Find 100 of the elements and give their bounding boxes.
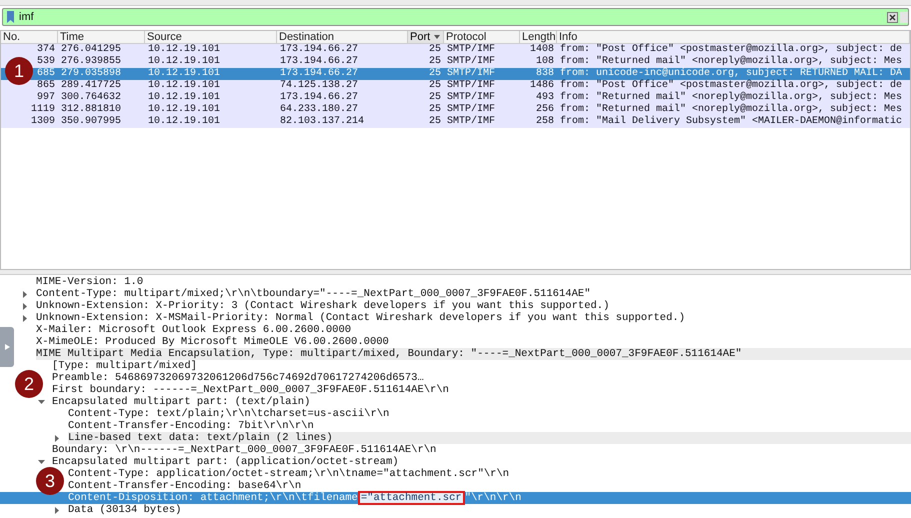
bookmark-icon[interactable] (7, 11, 14, 23)
column-header[interactable]: Protocol (444, 31, 520, 43)
table-cell: 256 (536, 104, 554, 116)
table-cell: 865 (36, 80, 55, 92)
detail-text: Content-Transfer-Encoding: base64\r\n (68, 480, 302, 492)
table-cell-text: from: "Returned mail" <noreply@mozilla.org>, subject: Mes (560, 56, 902, 68)
pane-handle[interactable] (0, 327, 14, 367)
callout-badge: 2 (15, 370, 43, 398)
expand-arrow-icon[interactable] (22, 290, 28, 298)
detail-text: "\r\n\r\n (464, 492, 522, 504)
expand-arrow-icon[interactable] (22, 314, 28, 322)
table-cell: SMTP/IMF (447, 116, 496, 128)
expand-arrow-icon[interactable] (22, 302, 28, 310)
table-cell: 838 (536, 68, 554, 80)
table-cell: 374 (36, 44, 55, 56)
detail-text: Content-Type: text/plain;\r\n\tcharset=us-ascii\r\n (68, 408, 390, 420)
table-cell-text: SMTP/IMF (447, 80, 496, 92)
table-cell: 10.12.19.101 (148, 92, 220, 104)
table-cell: 539 (36, 56, 55, 68)
table-cell-text: SMTP/IMF (447, 68, 496, 80)
table-cell: 25 (428, 44, 441, 56)
table-cell: 1119 (30, 104, 55, 116)
detail-text: [Type: multipart/mixed] (52, 360, 197, 372)
table-cell: 276.041295 (61, 44, 122, 56)
column-header[interactable]: Length (520, 31, 557, 43)
table-cell: 997 (36, 92, 55, 104)
detail-text: Content-Disposition: attachment;\r\n\tfilename (68, 492, 358, 504)
packet-row[interactable]: 1309 350.907995 10.12.19.101 82.103.137.214 25 SMTP/IMF 258 from: "Mail Delivery Subsystem" <MAILER-DAEMON@informatic (1, 116, 910, 128)
expand-arrow-icon[interactable] (4, 344, 10, 350)
table-cell: 25 (428, 116, 441, 128)
table-cell: 64.233.180.27 (280, 104, 358, 116)
packet-row[interactable]: 865 289.417725 10.12.19.101 74.125.138.27 25 SMTP/IMF 1486 from: "Post Office" <postmaster@mozilla.org>, subject: de (1, 80, 910, 92)
detail-text: Preamble: 546869732069732061206d756c74692d70617274206d6573… (52, 372, 424, 384)
callout-badge: 3 (36, 467, 64, 495)
detail-text: First boundary: ------=_NextPart_000_0007_3F9FAE0F.511614AE\r\n (52, 384, 449, 396)
highlighted-row[interactable]: Line-based text data: text/plain (2 lines) (68, 432, 911, 444)
detail-text: Encapsulated multipart part: (application/octet-stream) (52, 456, 399, 468)
filter-text: imf (19, 10, 35, 25)
detail-text: Data (30134 bytes) (68, 504, 182, 516)
table-cell: 289.417725 (61, 80, 122, 92)
table-cell: 25 (428, 56, 441, 68)
table-cell: 10.12.19.101 (148, 56, 220, 68)
table-cell: 25 (428, 104, 441, 116)
sort-arrow-icon[interactable] (434, 35, 440, 39)
table-cell: 10.12.19.101 (148, 80, 220, 92)
table-cell: 10.12.19.101 (148, 68, 220, 80)
detail-text: Boundary: \r\n------=_NextPart_000_0007_3F9FAE0F.511614AE\r\n (52, 444, 436, 456)
packet-row[interactable]: 1119 312.881810 10.12.19.101 64.233.180.27 25 SMTP/IMF 256 from: "Returned mail" <noreply@mozilla.org>, subject: Mes (1, 104, 910, 116)
table-cell: 276.939855 (61, 56, 122, 68)
detail-text: Content-Transfer-Encoding: 7bit\r\n\r\n (68, 420, 314, 432)
detail-text: X-MimeOLE: Produced By Microsoft MimeOLE V6.00.2600.0000 (36, 336, 389, 348)
table-cell-text: from: "Post Office" <postmaster@mozilla.org>, subject: de (560, 80, 902, 92)
highlighted-row[interactable]: MIME Multipart Media Encapsulation, Type: multipart/mixed, Boundary: "----=_NextPart_000_0007_3F9FAE0F.511614AE" (36, 348, 911, 360)
column-header[interactable]: Time (58, 31, 145, 43)
table-cell-text: SMTP/IMF (447, 92, 496, 104)
detail-text: X-Mailer: Microsoft Outlook Express 6.00.2600.0000 (36, 324, 352, 336)
detail-text: Unknown-Extension: X-MSMail-Priority: Normal (Contact Wireshark developers if you want this supported.) (36, 312, 686, 324)
table-cell-text: SMTP/IMF (447, 44, 496, 56)
clear-icon[interactable] (887, 12, 898, 22)
detail-text: Content-Type: multipart/mixed;\r\n\tboundary="----=_NextPart_000_0007_3F9FAE0F.511614AE" (36, 288, 590, 300)
table-cell: 258 (536, 116, 554, 128)
table-cell-text: from: unicode-inc@unicode.org, subject: RETURNED MAIL: DA (560, 68, 902, 80)
expand-arrow-icon[interactable] (54, 506, 60, 514)
column-header[interactable]: Source (145, 31, 277, 43)
collapse-arrow-icon[interactable] (38, 399, 45, 405)
table-cell: 173.194.66.27 (280, 68, 358, 80)
table-cell-text: from: "Returned mail" <noreply@mozilla.org>, subject: Mes (560, 92, 902, 104)
table-cell: 25 (428, 80, 441, 92)
collapse-arrow-icon[interactable] (38, 459, 45, 465)
table-cell: 173.194.66.27 (280, 92, 358, 104)
table-cell: 173.194.66.27 (280, 56, 358, 68)
table-cell: 173.194.66.27 (280, 44, 358, 56)
table-cell: 25 (428, 68, 441, 80)
detail-text: Unknown-Extension: X-Priority: 3 (Contact Wireshark developers if you want this supported.) (36, 300, 610, 312)
table-cell: 74.125.138.27 (280, 80, 358, 92)
detail-text: Line-based text data: text/plain (2 lines) (68, 432, 333, 444)
detail-text: Content-Type: application/octet-stream;\r\n\tname="attachment.scr"\r\n (68, 468, 510, 480)
packet-row[interactable]: 997 300.764632 10.12.19.101 173.194.66.27 25 SMTP/IMF 493 from: "Returned mail" <noreply@mozilla.org>, subject: Mes (1, 92, 910, 104)
packet-row[interactable]: 374 276.041295 10.12.19.101 173.194.66.27 25 SMTP/IMF 1408 from: "Post Office" <postmaster@mozilla.org>, subject: de (1, 44, 910, 56)
table-cell: 279.035898 (61, 68, 122, 80)
table-cell: 10.12.19.101 (148, 104, 220, 116)
detail-text: Encapsulated multipart part: (text/plain) (52, 396, 310, 408)
table-cell: 685 (36, 68, 55, 80)
selected-row[interactable]: Content-Disposition: attachment;\r\n\tfilename ="attachment.scr "\r\n\r\n (0, 492, 911, 504)
column-header[interactable]: Port (408, 31, 444, 43)
table-cell: 25 (428, 92, 441, 104)
detail-text: MIME-Version: 1.0 (36, 276, 144, 288)
expand-arrow-icon[interactable] (54, 434, 60, 442)
table-cell: 350.907995 (61, 116, 122, 128)
table-cell: 493 (536, 92, 554, 104)
display-filter-field[interactable]: imf (2, 8, 909, 26)
table-cell-text: from: "Returned mail" <noreply@mozilla.org>, subject: Mes (560, 104, 902, 116)
table-cell: 1486 (530, 80, 554, 92)
table-cell-text: from: "Post Office" <postmaster@mozilla.org>, subject: de (560, 44, 902, 56)
table-cell: 108 (536, 56, 554, 68)
table-cell: from: "Mail Delivery Subsystem" <MAILER-DAEMON@informatic (560, 116, 902, 128)
table-cell-text: SMTP/IMF (447, 104, 496, 116)
column-header[interactable]: Info (557, 31, 910, 43)
column-header[interactable]: No. (1, 31, 58, 43)
table-cell: 1309 (30, 116, 55, 128)
